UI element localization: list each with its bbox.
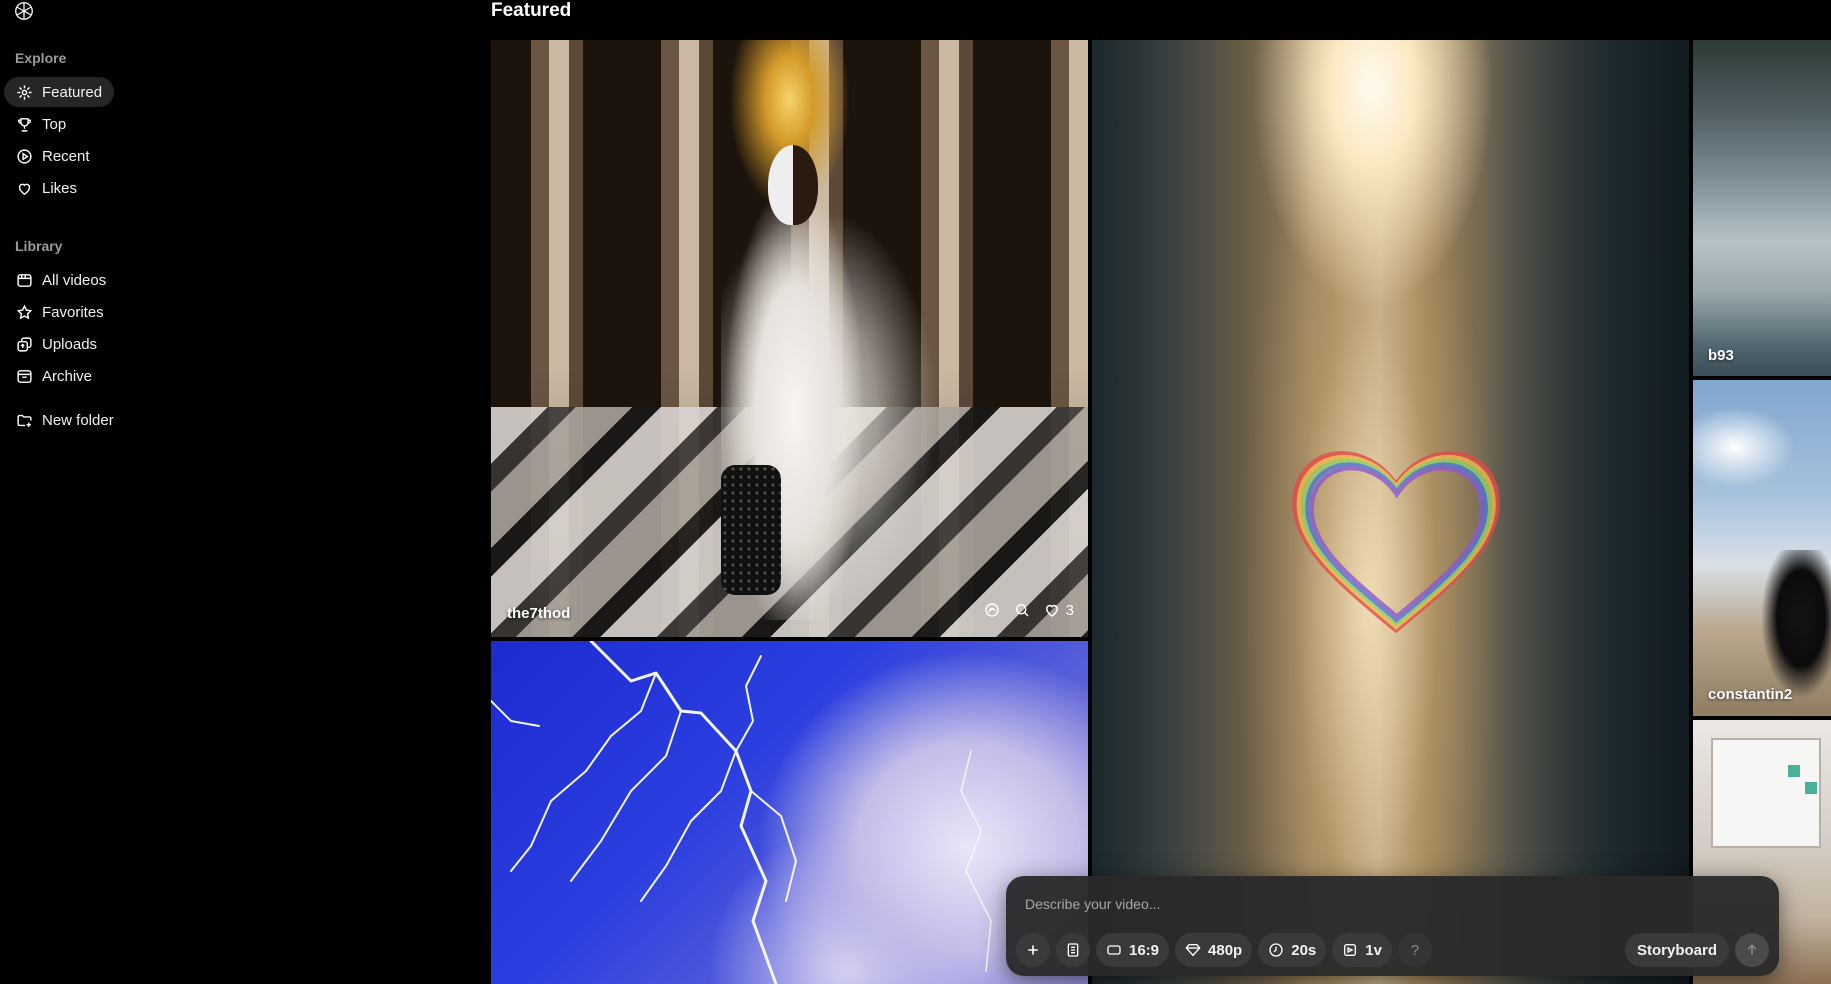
tile-image-sticky-note <box>1788 765 1800 777</box>
sidebar-item-uploads[interactable]: Uploads <box>4 329 109 359</box>
heart-icon <box>18 183 31 195</box>
clock-icon <box>1269 943 1283 957</box>
sidebar-item-all-videos[interactable]: All videos <box>4 265 118 295</box>
prompt-input[interactable]: Describe your video... <box>1025 896 1160 912</box>
sidebar-item-label: Archive <box>42 367 93 385</box>
duration-button[interactable]: 20s <box>1258 933 1327 967</box>
tile-image-lightning <box>491 641 992 984</box>
tile-author[interactable]: the7thod <box>507 605 570 622</box>
openai-logo-icon[interactable] <box>12 0 36 22</box>
video-composer: Describe your video... 16:9 480p 20s 1v … <box>1006 876 1779 976</box>
arrow-up-icon <box>1747 944 1757 955</box>
page-title: Featured <box>491 0 572 21</box>
sidebar-item-label: Uploads <box>42 335 98 353</box>
tile-actions: 3 <box>983 601 1074 619</box>
document-icon <box>1067 943 1079 957</box>
sidebar-item-top[interactable]: Top <box>4 109 78 139</box>
sidebar-item-likes[interactable]: Likes <box>4 173 89 203</box>
tile-image-cliff-right <box>1489 40 1689 984</box>
like-count: 3 <box>1065 601 1074 619</box>
section-label-explore: Explore <box>15 50 67 66</box>
archive-icon <box>17 369 32 383</box>
variations-value: 1v <box>1365 941 1382 959</box>
folder-plus-icon <box>17 414 32 427</box>
storyboard-button[interactable]: Storyboard <box>1624 933 1729 967</box>
tile-author[interactable]: constantin2 <box>1708 686 1792 703</box>
video-tile[interactable] <box>1092 40 1689 984</box>
presets-button[interactable] <box>1056 933 1090 967</box>
aspect-ratio-icon <box>1107 945 1121 955</box>
resolution-value: 480p <box>1208 941 1243 959</box>
section-label-library: Library <box>15 238 63 254</box>
duration-value: 20s <box>1291 941 1317 959</box>
video-tile[interactable]: the7thod 3 <box>491 40 1088 637</box>
sidebar-item-favorites[interactable]: Favorites <box>4 297 116 327</box>
composer-toolbar: 16:9 480p 20s 1v ? Storyboard <box>1016 933 1769 967</box>
sidebar-item-label: Recent <box>42 147 90 165</box>
trophy-icon <box>18 117 31 132</box>
sidebar-item-label: Favorites <box>42 303 104 321</box>
sidebar-item-label: All videos <box>42 271 107 289</box>
tile-image-mask <box>768 145 818 225</box>
resolution-button[interactable]: 480p <box>1175 933 1253 967</box>
aspect-ratio-value: 16:9 <box>1129 941 1160 959</box>
variations-button[interactable]: 1v <box>1332 933 1392 967</box>
heart-icon <box>1045 604 1058 617</box>
sidebar-item-featured[interactable]: Featured <box>4 77 115 107</box>
plus-icon <box>1028 945 1038 955</box>
add-media-button[interactable] <box>1016 933 1050 967</box>
tile-image-rainbow-heart <box>1292 451 1500 634</box>
new-folder-label: New folder <box>42 411 114 429</box>
help-button[interactable]: ? <box>1397 933 1432 967</box>
sidebar: Explore Featured Top Recent Likes Librar… <box>0 0 480 984</box>
sidebar-item-label: Featured <box>42 83 103 101</box>
sparkles-icon <box>17 84 32 100</box>
star-icon <box>16 303 33 319</box>
video-tile[interactable] <box>491 641 1088 984</box>
tile-image-bag <box>721 465 781 595</box>
upload-icon <box>17 336 32 352</box>
sidebar-item-archive[interactable]: Archive <box>4 361 104 391</box>
video-tile[interactable]: b93 <box>1693 40 1831 376</box>
tile-image-sticky-note <box>1805 782 1817 794</box>
new-folder-button[interactable]: New folder <box>4 405 126 435</box>
search-icon[interactable] <box>1013 601 1031 619</box>
diamond-icon <box>1185 944 1201 957</box>
submit-button[interactable] <box>1735 933 1769 967</box>
tile-author[interactable]: b93 <box>1708 347 1734 364</box>
variations-icon <box>1344 944 1357 956</box>
sidebar-item-label: Top <box>42 115 67 133</box>
sidebar-item-label: Likes <box>42 179 78 197</box>
remix-icon[interactable] <box>983 601 1001 619</box>
play-circle-icon <box>17 148 32 164</box>
sidebar-item-recent[interactable]: Recent <box>4 141 102 171</box>
film-icon <box>17 273 32 287</box>
video-tile[interactable]: constantin2 <box>1693 380 1831 716</box>
like-button[interactable]: 3 <box>1043 601 1074 619</box>
aspect-ratio-button[interactable]: 16:9 <box>1096 933 1170 967</box>
